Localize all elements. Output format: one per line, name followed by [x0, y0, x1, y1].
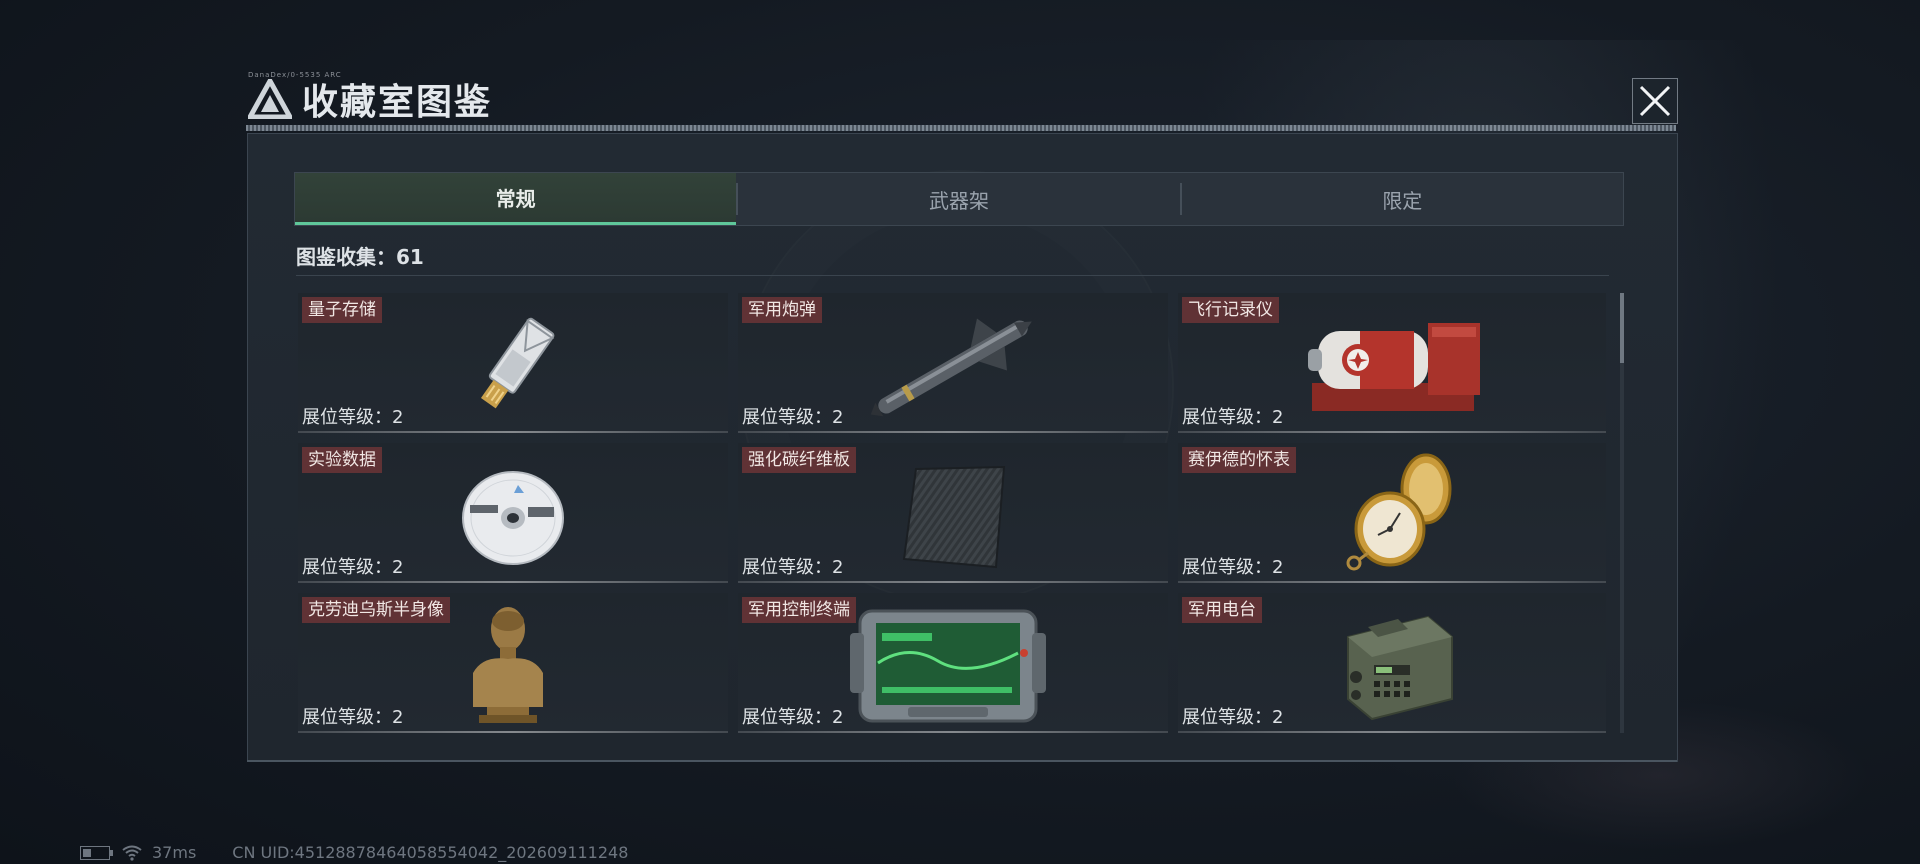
scrollbar-thumb[interactable] — [1620, 293, 1624, 363]
close-button[interactable] — [1632, 78, 1678, 124]
page-title: 收藏室图鉴 — [302, 82, 493, 123]
panel-bottom-divider — [247, 760, 1677, 762]
triangle-logo-icon — [248, 79, 292, 119]
item-card[interactable]: 强化碳纤维板 展位等级：2 — [738, 443, 1168, 583]
item-name: 军用炮弹 — [742, 297, 822, 323]
tab-weapon-rack[interactable]: 武器架 — [738, 173, 1179, 225]
flight-recorder-icon — [1308, 323, 1480, 411]
tab-label: 常规 — [495, 187, 536, 211]
item-name: 强化碳纤维板 — [742, 447, 856, 473]
wifi-icon — [122, 845, 142, 861]
item-card[interactable]: 量子存储 展位等级：2 — [298, 293, 728, 433]
item-card[interactable]: 实验数据 展位等级：2 — [298, 443, 728, 583]
usb-drive-icon — [480, 317, 555, 409]
item-card[interactable]: 飞行记录仪 展位等级：2 — [1178, 293, 1606, 433]
item-level: 展位等级：2 — [1182, 707, 1284, 728]
item-level: 展位等级：2 — [302, 707, 404, 728]
item-level: 展位等级：2 — [1182, 557, 1284, 578]
collection-count: 图鉴收集：61 — [296, 245, 424, 269]
item-level: 展位等级：2 — [742, 407, 844, 428]
item-name: 赛伊德的怀表 — [1182, 447, 1296, 473]
tab-limited[interactable]: 限定 — [1182, 173, 1623, 225]
collection-divider — [296, 275, 1609, 276]
item-card[interactable]: 军用电台 展位等级：2 — [1178, 593, 1606, 733]
title-row: 收藏室图鉴 — [248, 74, 492, 124]
ping-text: 37ms — [152, 843, 197, 862]
item-name: 克劳迪乌斯半身像 — [302, 597, 450, 623]
tab-bar: 常规 武器架 限定 — [294, 172, 1624, 226]
pocket-watch-icon — [1346, 453, 1452, 571]
item-name: 飞行记录仪 — [1182, 297, 1279, 323]
item-level: 展位等级：2 — [302, 407, 404, 428]
item-grid: 量子存储 展位等级：2 军用炮弹 展位等级：2 飞行记录仪 展位等级：2 实验数… — [298, 293, 1606, 733]
control-terminal-icon — [850, 609, 1046, 723]
header-divider — [246, 125, 1676, 131]
radio-icon — [1347, 615, 1453, 721]
item-level: 展位等级：2 — [1182, 407, 1284, 428]
item-card[interactable]: 赛伊德的怀表 展位等级：2 — [1178, 443, 1606, 583]
carbon-plate-icon — [902, 465, 1006, 569]
battery-icon — [80, 845, 113, 860]
close-icon — [1639, 85, 1671, 117]
item-card[interactable]: 军用炮弹 展位等级：2 — [738, 293, 1168, 433]
item-level: 展位等级：2 — [742, 557, 844, 578]
scrollbar[interactable] — [1620, 293, 1624, 733]
item-name: 实验数据 — [302, 447, 382, 473]
uid-text: CN UID:45128878464058554042_202609111248 — [232, 843, 629, 862]
missile-icon — [870, 318, 1032, 417]
item-name: 军用电台 — [1182, 597, 1262, 623]
item-name: 军用控制终端 — [742, 597, 856, 623]
tab-label: 限定 — [1382, 188, 1423, 213]
item-level: 展位等级：2 — [302, 557, 404, 578]
tab-label: 武器架 — [928, 188, 989, 213]
tab-regular[interactable]: 常规 — [295, 173, 737, 225]
item-level: 展位等级：2 — [742, 707, 844, 728]
item-card[interactable]: 军用控制终端 展位等级：2 — [738, 593, 1168, 733]
status-bar: 37ms CN UID:45128878464058554042_2026091… — [80, 843, 628, 862]
item-card[interactable]: 克劳迪乌斯半身像 展位等级：2 — [298, 593, 728, 733]
disc-icon — [462, 471, 564, 565]
item-name: 量子存储 — [302, 297, 382, 323]
bust-icon — [473, 607, 543, 723]
